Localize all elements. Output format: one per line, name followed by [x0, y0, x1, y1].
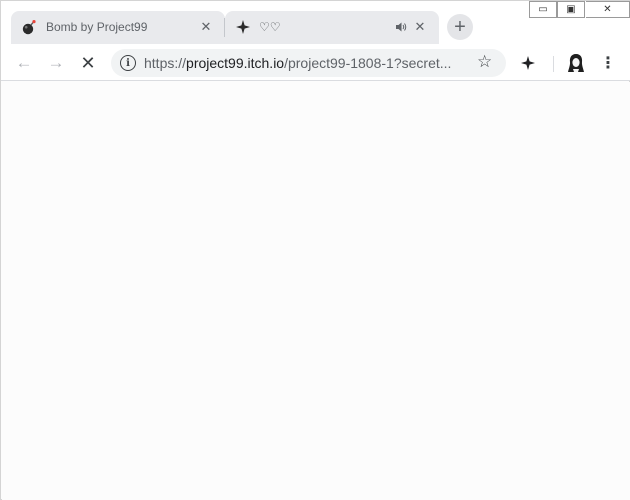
- page-content: [2, 82, 630, 500]
- stop-loading-button[interactable]: ✕: [75, 50, 101, 76]
- maximize-button[interactable]: ▣: [557, 1, 585, 18]
- more-menu-icon[interactable]: ⋮: [598, 52, 618, 74]
- tab-title: Bomb by Project99: [46, 20, 148, 34]
- forward-button[interactable]: →: [43, 50, 69, 76]
- speaker-icon[interactable]: [393, 18, 409, 36]
- tab-hearts[interactable]: ♡♡ ✕: [225, 11, 439, 44]
- info-icon[interactable]: i: [120, 55, 136, 71]
- browser-window: Bomb by Project99 ✕ ♡♡ ✕ + ▭ ▣ ✕ ← → ✕ i…: [0, 0, 630, 500]
- tab-strip: Bomb by Project99 ✕ ♡♡ ✕ + ▭ ▣ ✕: [1, 1, 630, 44]
- back-button[interactable]: ←: [11, 50, 37, 76]
- profile-avatar-icon[interactable]: [566, 52, 586, 74]
- close-tab-icon[interactable]: ✕: [411, 18, 429, 36]
- tab-bomb[interactable]: Bomb by Project99 ✕: [11, 11, 225, 44]
- address-bar[interactable]: i https://project99.itch.io/project99-18…: [111, 49, 506, 77]
- toolbar: ← → ✕ i https://project99.itch.io/projec…: [1, 44, 630, 81]
- url-host: project99.itch.io: [186, 55, 285, 71]
- bomb-icon: [21, 19, 37, 35]
- close-tab-icon[interactable]: ✕: [197, 18, 215, 36]
- close-window-button[interactable]: ✕: [586, 1, 630, 18]
- minimize-button[interactable]: ▭: [529, 1, 557, 18]
- bookmark-star-icon[interactable]: ☆: [477, 52, 492, 72]
- extension-sparkle-icon[interactable]: [518, 53, 538, 73]
- url-scheme: https://: [144, 55, 187, 71]
- sparkle-icon: [235, 19, 251, 35]
- new-tab-button[interactable]: +: [447, 14, 473, 40]
- url-text[interactable]: https://project99.itch.io/project99-1808…: [144, 55, 469, 71]
- toolbar-divider: [553, 56, 554, 72]
- tab-title: ♡♡: [259, 20, 281, 34]
- url-path: /project99-1808-1?secret...: [284, 55, 452, 71]
